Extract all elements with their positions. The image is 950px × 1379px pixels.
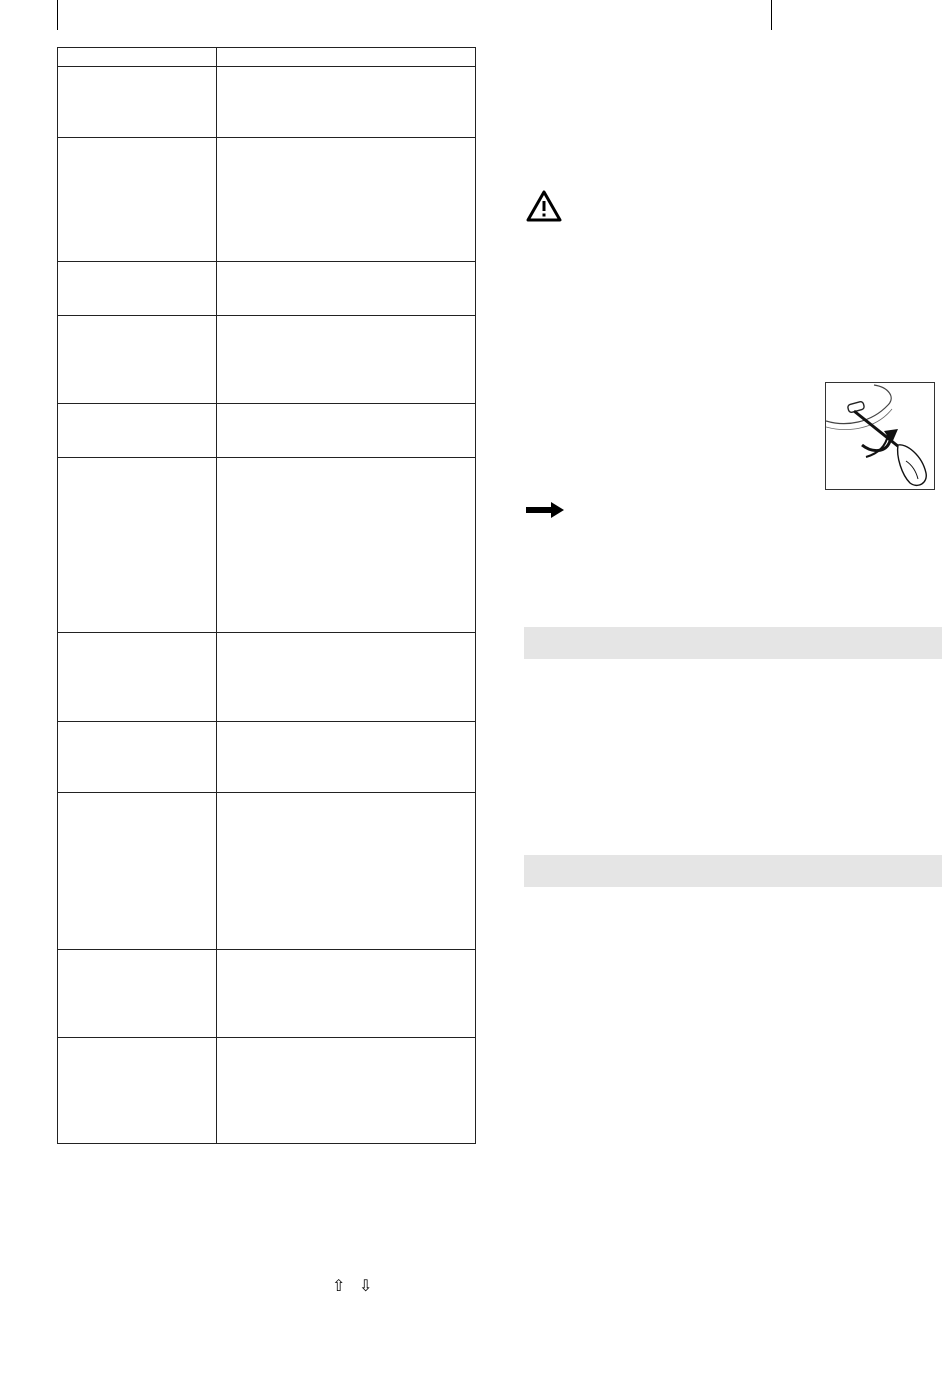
- table-row: [57, 47, 476, 67]
- table-cell-left: [57, 792, 217, 950]
- table-cell-right: [216, 792, 476, 950]
- table-cell-right: [216, 66, 476, 138]
- table-cell-left: [57, 137, 217, 262]
- table-cell-left: [57, 632, 217, 722]
- table-cell-left: [57, 66, 217, 138]
- table-cell-right: [216, 1037, 476, 1144]
- table-cell-left: [57, 949, 217, 1038]
- table-row: [57, 949, 476, 1038]
- crop-mark-center: [771, 0, 772, 30]
- table-row: [57, 632, 476, 722]
- table-row: [57, 66, 476, 138]
- table-cell-left: [57, 1037, 217, 1144]
- table-header-cell-right: [216, 47, 476, 67]
- table-cell-right: [216, 721, 476, 793]
- table-cell-right: [216, 403, 476, 458]
- section-heading: [524, 635, 532, 650]
- table-cell-right: [216, 137, 476, 262]
- down-arrow-icon: ⇩: [359, 1278, 373, 1295]
- right-arrow-icon: [526, 502, 564, 518]
- crop-mark-left: [57, 0, 58, 30]
- warning-triangle-icon: [526, 190, 562, 222]
- section-heading-band: [524, 627, 942, 659]
- table-cell-right: [216, 632, 476, 722]
- section-heading-band: [524, 855, 942, 887]
- table-cell-right: [216, 261, 476, 316]
- table-cell-left: [57, 261, 217, 316]
- table-row: [57, 261, 476, 316]
- table-row: [57, 137, 476, 262]
- table-cell-right: [216, 949, 476, 1038]
- table-cell-left: [57, 457, 217, 633]
- table-row: [57, 1037, 476, 1144]
- table-row: [57, 792, 476, 950]
- screwdriver-illustration: [825, 382, 935, 490]
- troubleshooting-table: [57, 47, 476, 1144]
- table-row: [57, 721, 476, 793]
- table-cell-left: [57, 721, 217, 793]
- table-row: [57, 315, 476, 404]
- up-arrow-icon: ⇧: [332, 1278, 346, 1295]
- table-cell-left: [57, 315, 217, 404]
- table-cell-right: [216, 457, 476, 633]
- table-cell-right: [216, 315, 476, 404]
- table-row: [57, 457, 476, 633]
- table-header-cell-left: [57, 47, 217, 67]
- table-cell-left: [57, 403, 217, 458]
- section-heading: [524, 863, 532, 878]
- table-row: [57, 403, 476, 458]
